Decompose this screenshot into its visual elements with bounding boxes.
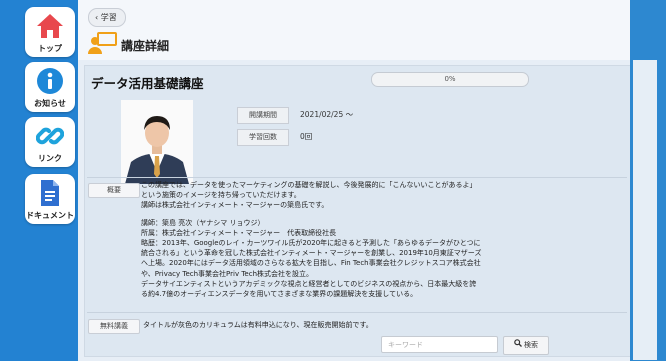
scroll-area-inner — [633, 60, 657, 360]
search-button-label: 検索 — [524, 341, 538, 349]
search-placeholder: キーワード — [388, 341, 423, 349]
sidebar-item-label: ドキュメント — [26, 211, 74, 220]
description-line: という施策のイメージを持ち帰っていただけます。 — [141, 191, 301, 200]
sidebar-item-label: リンク — [38, 154, 62, 163]
description-line: 略歴：2013年、Googleのレイ・カーツワイル氏が2020年に起きると予測し… — [141, 239, 481, 248]
overview-label: 概要 — [88, 183, 140, 198]
info-icon — [35, 66, 65, 96]
period-label: 開講期間 — [237, 107, 289, 124]
description-line: 統合される」という革命を冠した株式会社インティメート・マージャーを創業し、201… — [141, 249, 482, 258]
count-label: 学習回数 — [237, 129, 289, 146]
course-title: データ活用基礎講座 — [91, 76, 204, 91]
sidebar-item-link[interactable]: リンク — [25, 117, 75, 167]
description-line: データサイエンティストというアカデミックな視点と経営者としてのビジネスの視点から… — [141, 279, 477, 288]
sidebar-item-label: お知らせ — [34, 99, 66, 108]
sidebar-item-label: トップ — [38, 44, 62, 53]
link-icon — [35, 121, 65, 151]
progress-bar: 0% — [371, 72, 529, 87]
search-input[interactable]: キーワード — [381, 336, 498, 353]
scroll-area — [630, 0, 666, 361]
lecture-icon — [86, 31, 118, 55]
divider — [87, 312, 627, 313]
search-icon — [514, 337, 522, 354]
period-value: 2021/02/25 〜 — [300, 110, 354, 119]
divider — [87, 177, 627, 178]
page-title: 講座詳細 — [121, 39, 170, 53]
search-button[interactable]: 検索 — [503, 336, 549, 355]
progress-value: 0% — [444, 75, 456, 83]
course-description: この講座では、データを使ったマーケティングの基礎を解説し、今後発展的に「こんない… — [141, 180, 561, 299]
free-lecture-note: タイトルが灰色のカリキュラムは有料申込になり、現在販売開始前です。 — [143, 321, 373, 329]
description-line: へ上場。2020年にはデータ活用領域のさらなる拡大を目指し、Fin Tech事業… — [141, 259, 481, 268]
sidebar-item-top[interactable]: トップ — [25, 7, 75, 57]
course-detail-card: データ活用基礎講座 0% 開講期間 2021/02/25 〜 学習回数 0回 概… — [84, 65, 632, 357]
home-icon — [35, 11, 65, 41]
instructor-photo — [121, 100, 193, 184]
document-icon — [35, 178, 65, 208]
main-content: ‹ 学習 講座詳細 データ活用基礎講座 0% 開講期間 2021/02/25 〜… — [78, 0, 666, 361]
count-value: 0回 — [300, 132, 313, 141]
back-button-label: 学習 — [100, 13, 117, 22]
sidebar-item-document[interactable]: ドキュメント — [25, 174, 75, 224]
sidebar-item-news[interactable]: お知らせ — [25, 62, 75, 112]
free-lecture-label: 無料講義 — [88, 319, 140, 334]
description-line: この講座では、データを使ったマーケティングの基礎を解説し、今後発展的に「こんない… — [141, 181, 477, 189]
description-line: 講師：簗島 亮次（ヤナシマ リョウジ） — [141, 218, 265, 227]
back-button[interactable]: ‹ 学習 — [88, 8, 126, 27]
description-line: や、Privacy Tech事業会社Priv Tech株式会社を設立。 — [141, 269, 314, 278]
sidebar: トップ お知らせ リンク ドキュメント — [0, 0, 78, 361]
description-line: 講師は株式会社インティメート・マージャーの簗島氏です。 — [141, 201, 329, 210]
description-line: 所属：株式会社インティメート・マージャー 代表取締役社長 — [141, 228, 337, 237]
description-line: る約4.7億のオーディエンスデータを用いてさまざまな業界の課題解決を支援している… — [141, 290, 418, 299]
